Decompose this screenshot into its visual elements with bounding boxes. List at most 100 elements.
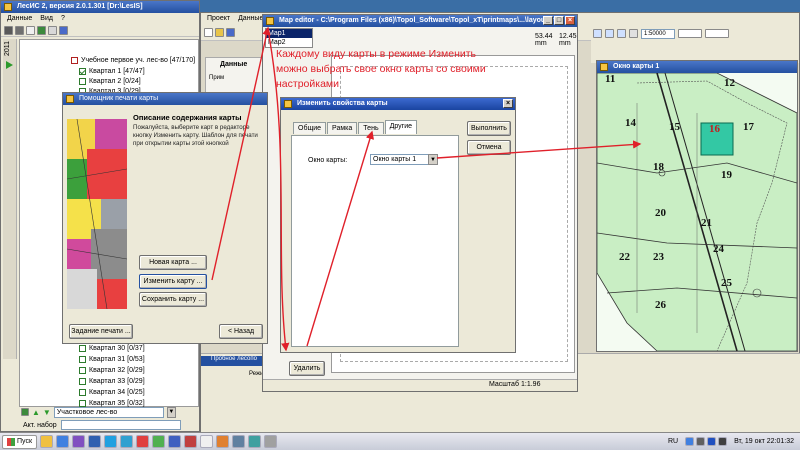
change-map-button[interactable]: Изменить карту ...	[139, 274, 207, 289]
tree-item-quarter-33[interactable]: Квартал 33 [0/29]	[79, 376, 145, 386]
tray-help-icon[interactable]	[685, 437, 695, 446]
task-icon-10[interactable]	[184, 435, 198, 448]
filter-icon[interactable]	[59, 25, 68, 35]
map-editor-titlebar[interactable]: Map editor - C:\Program Files (x86)\Topo…	[263, 15, 577, 27]
print-dialog: Помощник печати карты Описание содержани…	[62, 92, 268, 344]
menu-item-data[interactable]: Данные	[7, 13, 32, 24]
menu-item-view[interactable]: Вид	[40, 13, 53, 24]
tree-item-quarter-32[interactable]: Квартал 32 [0/29]	[79, 365, 145, 375]
map-props-titlebar[interactable]: Изменить свойства карты ×	[281, 98, 515, 110]
map-list-item-1[interactable]: Map1	[266, 29, 312, 38]
tree-item-quarter-1[interactable]: Квартал 1 [47/47]	[79, 66, 145, 76]
tray-bluetooth-icon[interactable]	[707, 437, 717, 446]
clock[interactable]: Вт, 19 окт 22:01:32	[734, 438, 794, 445]
back-button[interactable]: < Назад	[219, 324, 263, 339]
tab-shadow[interactable]: Тень	[358, 122, 384, 134]
task-icon-12[interactable]	[216, 435, 230, 448]
open-icon[interactable]	[4, 25, 13, 35]
line-style-icon[interactable]	[678, 29, 702, 38]
minimize-button[interactable]: _	[543, 16, 553, 25]
menu-item-help[interactable]: ?	[61, 13, 65, 24]
checkbox-icon[interactable]	[79, 388, 86, 396]
act-input[interactable]	[60, 420, 181, 430]
lang-indicator[interactable]: RU	[668, 438, 678, 445]
district-select[interactable]: Участковое лес-во	[53, 406, 164, 418]
main-app-title: ЛесИС 2, версия 2.0.1.301 [Dr:\LesIS]	[17, 3, 143, 10]
task-icon-1[interactable]	[40, 435, 54, 448]
new-icon[interactable]	[204, 28, 213, 37]
task-icon-2[interactable]	[56, 435, 70, 448]
execute-button[interactable]: Выполнить	[467, 121, 511, 136]
scale-select[interactable]: 1:50000	[641, 29, 675, 39]
new-map-button[interactable]: Новая карта ...	[139, 255, 207, 270]
editor-menu-data[interactable]: Данные	[238, 13, 263, 25]
pan-icon[interactable]	[629, 29, 638, 38]
quarter-label-16: 16	[709, 123, 720, 135]
tree-item-quarter-30[interactable]: Квартал 30 [0/37]	[79, 343, 145, 353]
zoom-in-icon[interactable]	[593, 29, 602, 38]
task-icon-7[interactable]	[136, 435, 150, 448]
task-icon-14[interactable]	[248, 435, 262, 448]
editor-menu-project[interactable]: Проект	[207, 13, 230, 25]
map-window-titlebar[interactable]: Окно карты 1	[597, 61, 797, 73]
delete-button[interactable]: Удалить	[289, 361, 325, 376]
checkbox-icon[interactable]	[79, 67, 86, 75]
annotation-line-3: настройками	[276, 78, 339, 90]
quarter-label-15: 15	[669, 121, 680, 133]
grid-icon[interactable]	[26, 25, 35, 35]
task-icon-13[interactable]	[232, 435, 246, 448]
checkbox-icon[interactable]	[79, 366, 86, 374]
checkbox-icon[interactable]	[71, 56, 78, 64]
edit-icon[interactable]	[37, 25, 46, 35]
fill-style-icon[interactable]	[705, 29, 729, 38]
tray-volume-icon[interactable]	[718, 437, 728, 446]
dropdown-arrow-icon[interactable]: ▼	[166, 406, 176, 418]
checkbox-icon[interactable]	[79, 377, 86, 385]
start-button[interactable]: Пуск	[2, 434, 38, 449]
print-dialog-titlebar[interactable]: Помощник печати карты	[63, 93, 267, 105]
tab-other[interactable]: Другие	[384, 120, 418, 134]
forest-map[interactable]	[597, 73, 797, 351]
tab-frame[interactable]: Рамка	[327, 122, 358, 134]
checkbox-icon[interactable]	[79, 355, 86, 363]
map-window-dropdown-icon[interactable]: ▼	[428, 154, 438, 165]
close-button[interactable]: ×	[565, 16, 575, 25]
cancel-button[interactable]: Отмена	[467, 140, 511, 155]
checkbox-icon[interactable]	[79, 77, 86, 85]
tree-item-quarter-34[interactable]: Квартал 34 [0/25]	[79, 387, 145, 397]
side-arrow-icon[interactable]	[6, 61, 13, 69]
save-icon[interactable]	[226, 28, 235, 37]
open-folder-icon[interactable]	[215, 28, 224, 37]
layers-icon[interactable]	[15, 25, 24, 35]
task-icon-15[interactable]	[264, 435, 278, 448]
task-icon-4[interactable]	[88, 435, 102, 448]
grid-small-icon[interactable]	[21, 408, 29, 416]
zoom-out-icon[interactable]	[605, 29, 614, 38]
tray-network-icon[interactable]	[696, 437, 706, 446]
tree-item-quarter-2[interactable]: Квартал 2 [0/24]	[79, 76, 141, 86]
zoom-fit-icon[interactable]	[617, 29, 626, 38]
editor-right-toolbar: 1:50000	[591, 27, 799, 63]
up-arrow-icon[interactable]: ▲	[32, 408, 40, 417]
task-icon-5[interactable]	[104, 435, 118, 448]
tree-item-quarter-31[interactable]: Квартал 31 [0/53]	[79, 354, 145, 364]
task-icon-9[interactable]	[168, 435, 182, 448]
task-icon-11[interactable]	[200, 435, 214, 448]
map-props-close-button[interactable]: ×	[503, 99, 513, 108]
tab-general[interactable]: Общие	[293, 122, 327, 134]
print-task-button[interactable]: Задание печати ...	[69, 324, 133, 339]
down-arrow-icon[interactable]: ▼	[43, 408, 51, 417]
act-row: Акт. набор	[23, 420, 181, 430]
maximize-button[interactable]: □	[554, 16, 564, 25]
save-map-button[interactable]: Сохранить карту ...	[139, 292, 207, 307]
task-icon-8[interactable]	[152, 435, 166, 448]
quarter-label-12: 12	[724, 77, 735, 89]
map-window-select[interactable]: Окно карты 1	[370, 154, 430, 165]
main-app-titlebar[interactable]: ЛесИС 2, версия 2.0.1.301 [Dr:\LesIS]	[1, 1, 199, 13]
checkbox-icon[interactable]	[79, 344, 86, 352]
table-icon[interactable]	[48, 25, 57, 35]
tree-root-item[interactable]: Учебное первое уч. лес-во [47/170]	[71, 55, 195, 65]
map-list-item-2[interactable]: Map2	[266, 38, 312, 47]
task-icon-3[interactable]	[72, 435, 86, 448]
task-icon-6[interactable]	[120, 435, 134, 448]
